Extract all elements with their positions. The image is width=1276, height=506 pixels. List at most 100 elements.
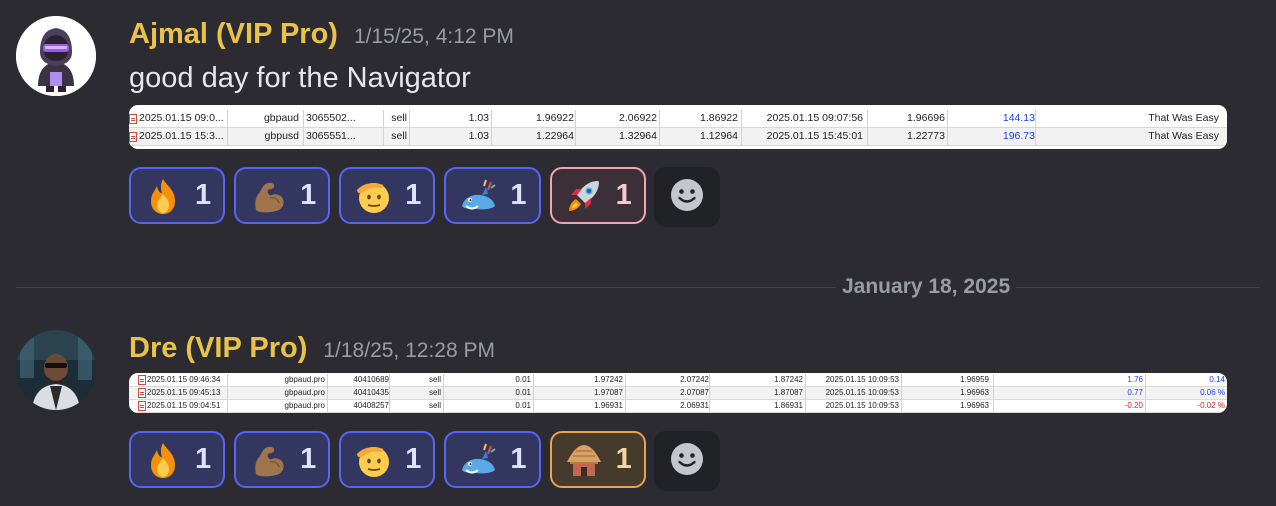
reaction-bar: 1 1 1 1 1 — [129, 431, 720, 491]
column-separator — [389, 374, 390, 386]
column-separator — [227, 387, 228, 399]
table-row[interactable]: 2025.01.15 09:46:34 gbpaud.pro 40410689 sel… — [129, 374, 1227, 387]
hut-icon — [564, 440, 604, 480]
order-document-icon — [138, 401, 146, 411]
table-cell: 1.76 — [1127, 375, 1143, 384]
column-separator — [327, 374, 328, 386]
column-separator — [227, 374, 228, 386]
table-cell: 1.96931 — [594, 401, 623, 410]
table-cell: 2025.01.15 10:09:53 — [825, 401, 899, 410]
reaction-count: 1 — [510, 443, 527, 475]
table-cell: 1.97087 — [594, 388, 623, 397]
add-reaction-button[interactable] — [653, 431, 720, 491]
column-separator — [625, 374, 626, 386]
column-separator — [327, 400, 328, 412]
reaction-flexed-biceps[interactable]: 1 — [234, 431, 331, 488]
column-separator — [389, 387, 390, 399]
reaction-count: 1 — [405, 443, 422, 475]
order-document-icon — [138, 388, 146, 398]
table-cell: sell — [428, 375, 441, 384]
reaction-count: 1 — [300, 443, 317, 475]
trade-table: 2025.01.15 09:46:34 gbpaud.pro 40410689 sel… — [129, 374, 1227, 413]
column-separator — [533, 400, 534, 412]
reaction-saluting-face[interactable]: 1 — [339, 431, 436, 488]
smiley-add-icon — [670, 442, 704, 481]
table-cell: 2025.01.15 09:46:34 — [147, 375, 221, 384]
column-separator — [1145, 374, 1146, 386]
reaction-hut[interactable]: 1 — [549, 431, 646, 488]
column-separator — [533, 374, 534, 386]
column-separator — [625, 400, 626, 412]
column-separator — [901, 387, 902, 399]
fire-icon — [143, 440, 183, 480]
saluting-face-icon — [353, 440, 393, 480]
order-document-icon — [138, 375, 146, 385]
column-separator — [389, 400, 390, 412]
reaction-count: 1 — [195, 443, 212, 475]
table-cell: 2025.01.15 09:04:51 — [147, 401, 221, 410]
table-cell: 2025.01.15 10:09:53 — [825, 375, 899, 384]
column-separator — [327, 387, 328, 399]
timestamp[interactable]: 1/18/25, 12:28 PM — [323, 339, 495, 363]
table-cell: 0.14 — [1209, 375, 1225, 384]
column-separator — [1145, 387, 1146, 399]
table-cell: 1.96963 — [960, 401, 989, 410]
column-separator — [443, 400, 444, 412]
table-cell: 40408257 — [353, 401, 389, 410]
avatar[interactable] — [16, 330, 96, 410]
reaction-count: 1 — [615, 443, 632, 475]
table-row[interactable]: 2025.01.15 09:45:13 gbpaud.pro 40410435 sel… — [129, 387, 1227, 400]
column-separator — [625, 387, 626, 399]
table-cell: -0.20 — [1124, 401, 1143, 410]
table-cell: 1.87242 — [774, 375, 803, 384]
reaction-celebrating-dragon[interactable]: 1 — [444, 431, 541, 488]
celebrating-dragon-icon — [458, 440, 498, 480]
column-separator — [709, 400, 710, 412]
column-separator — [993, 387, 994, 399]
table-cell: 2.06931 — [680, 401, 709, 410]
column-separator — [709, 374, 710, 386]
column-separator — [805, 400, 806, 412]
table-cell: gbpaud.pro — [284, 375, 325, 384]
table-cell: 0.01 — [515, 388, 531, 397]
column-separator — [993, 400, 994, 412]
flexed-biceps-icon — [248, 440, 288, 480]
column-separator — [1145, 400, 1146, 412]
username[interactable]: Dre (VIP Pro) — [129, 332, 307, 365]
table-cell: 1.86931 — [774, 401, 803, 410]
table-cell: 1.97242 — [594, 375, 623, 384]
table-cell: gbpaud.pro — [284, 401, 325, 410]
column-separator — [901, 374, 902, 386]
table-cell: 2.07242 — [680, 375, 709, 384]
column-separator — [443, 374, 444, 386]
column-separator — [533, 387, 534, 399]
column-separator — [993, 374, 994, 386]
table-cell: 1.96959 — [960, 375, 989, 384]
table-cell: sell — [428, 401, 441, 410]
column-separator — [709, 387, 710, 399]
message-dre: Dre (VIP Pro) 1/18/25, 12:28 PM 2025.01.… — [0, 0, 1276, 506]
table-cell: gbpaud.pro — [284, 388, 325, 397]
column-separator — [805, 387, 806, 399]
table-cell: 40410435 — [353, 388, 389, 397]
table-row[interactable]: 2025.01.15 09:04:51 gbpaud.pro 40408257 sel… — [129, 400, 1227, 413]
message-header: Dre (VIP Pro) 1/18/25, 12:28 PM — [129, 332, 495, 365]
column-separator — [901, 400, 902, 412]
reaction-fire[interactable]: 1 — [129, 431, 226, 488]
table-cell: 2.07087 — [680, 388, 709, 397]
table-cell: 0.06 % — [1200, 388, 1225, 397]
table-cell: 2025.01.15 10:09:53 — [825, 388, 899, 397]
table-cell: 0.01 — [515, 375, 531, 384]
table-cell: -0.02 % — [1197, 401, 1225, 410]
table-cell: 0.77 — [1127, 388, 1143, 397]
table-cell: 0.01 — [515, 401, 531, 410]
person-photo-avatar-icon — [16, 330, 96, 410]
column-separator — [443, 387, 444, 399]
column-separator — [227, 400, 228, 412]
table-cell: sell — [428, 388, 441, 397]
trade-history-attachment[interactable]: 2025.01.15 09:46:34 gbpaud.pro 40410689 sel… — [129, 373, 1227, 413]
table-cell: 1.87087 — [774, 388, 803, 397]
table-cell: 40410689 — [353, 375, 389, 384]
table-cell: 2025.01.15 09:45:13 — [147, 388, 221, 397]
column-separator — [805, 374, 806, 386]
